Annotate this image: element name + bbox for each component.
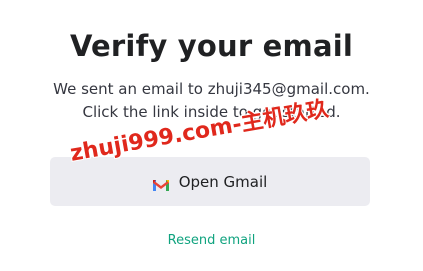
open-gmail-button[interactable]: Open Gmail — [50, 157, 370, 206]
description-line-2: Click the link inside to get started. — [82, 103, 341, 121]
gmail-icon — [152, 176, 169, 191]
open-gmail-label: Open Gmail — [178, 172, 268, 191]
description-line-1: We sent an email to zhuji345@gmail.com. — [53, 80, 370, 98]
page-title: Verify your email — [70, 29, 353, 63]
resend-email-link[interactable]: Resend email — [0, 231, 423, 251]
